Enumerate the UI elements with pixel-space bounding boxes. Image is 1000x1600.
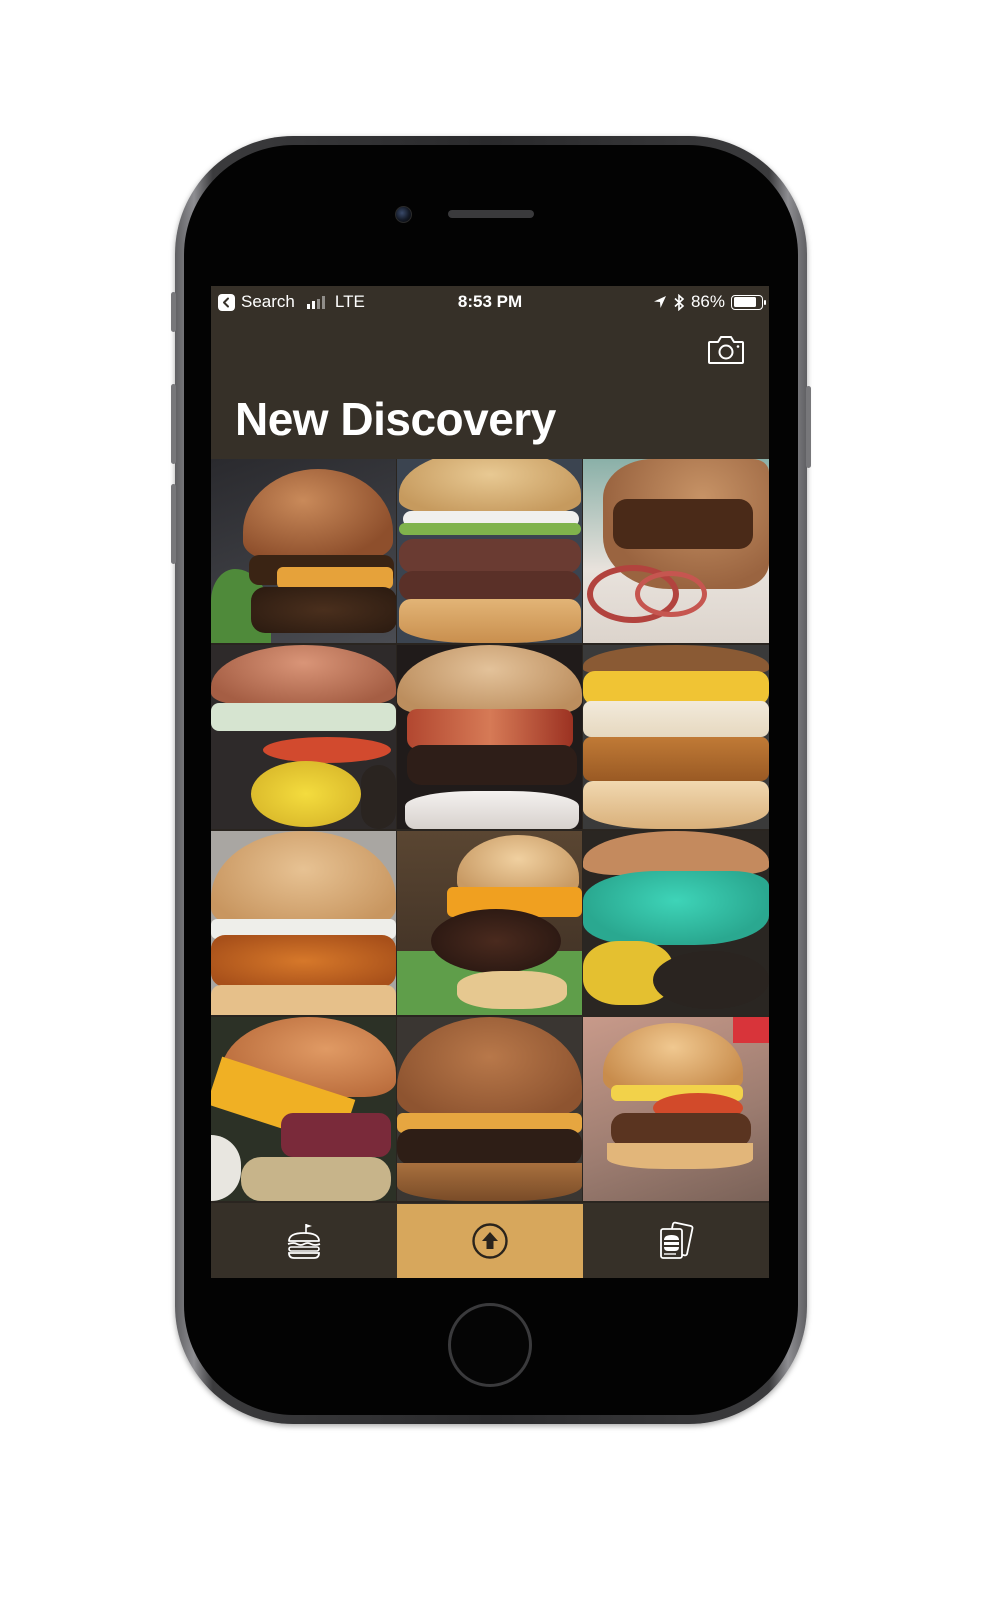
upload-arrow-icon bbox=[472, 1223, 508, 1259]
burger-photo-8[interactable] bbox=[397, 831, 582, 1015]
battery-icon bbox=[731, 294, 766, 310]
app-screen: Search LTE 8:53 PM 86% New Discovery bbox=[211, 286, 769, 1278]
volume-up-button bbox=[171, 384, 176, 464]
volume-down-button bbox=[171, 484, 176, 564]
tab-burgers[interactable] bbox=[211, 1204, 397, 1278]
status-bar: Search LTE 8:53 PM 86% bbox=[211, 286, 769, 318]
burger-photo-12[interactable] bbox=[583, 1017, 769, 1201]
tab-bar bbox=[211, 1204, 769, 1278]
battery-cap bbox=[764, 299, 766, 305]
burger-photo-2[interactable] bbox=[397, 459, 582, 643]
burger-photo-5[interactable] bbox=[397, 645, 582, 829]
page-title: New Discovery bbox=[235, 393, 556, 445]
burger-photo-10[interactable] bbox=[211, 1017, 396, 1201]
burger-photo-6[interactable] bbox=[583, 645, 769, 829]
mute-switch bbox=[171, 292, 176, 332]
burger-photo-7[interactable] bbox=[211, 831, 396, 1015]
tab-upload[interactable] bbox=[397, 1204, 583, 1278]
bluetooth-icon bbox=[674, 293, 685, 311]
burger-photo-1[interactable] bbox=[211, 459, 396, 643]
tab-tickets[interactable] bbox=[583, 1204, 769, 1278]
photo-grid bbox=[211, 459, 769, 1203]
burger-photo-11[interactable] bbox=[397, 1017, 582, 1201]
camera-button[interactable] bbox=[707, 334, 747, 368]
battery-fill bbox=[733, 297, 756, 307]
camera-icon bbox=[708, 336, 744, 364]
front-camera bbox=[395, 206, 412, 223]
earpiece-speaker bbox=[448, 210, 534, 218]
burger-photo-9[interactable] bbox=[583, 831, 769, 1015]
power-button bbox=[806, 386, 811, 468]
burger-photo-4[interactable] bbox=[211, 645, 396, 829]
location-arrow-icon bbox=[653, 296, 666, 308]
status-right: 86% bbox=[653, 291, 766, 313]
burger-flag-icon bbox=[287, 1224, 321, 1259]
battery-percent: 86% bbox=[690, 292, 725, 311]
burger-photo-3[interactable] bbox=[583, 459, 769, 643]
home-button[interactable] bbox=[448, 1303, 532, 1387]
burger-tickets-icon bbox=[660, 1221, 694, 1259]
